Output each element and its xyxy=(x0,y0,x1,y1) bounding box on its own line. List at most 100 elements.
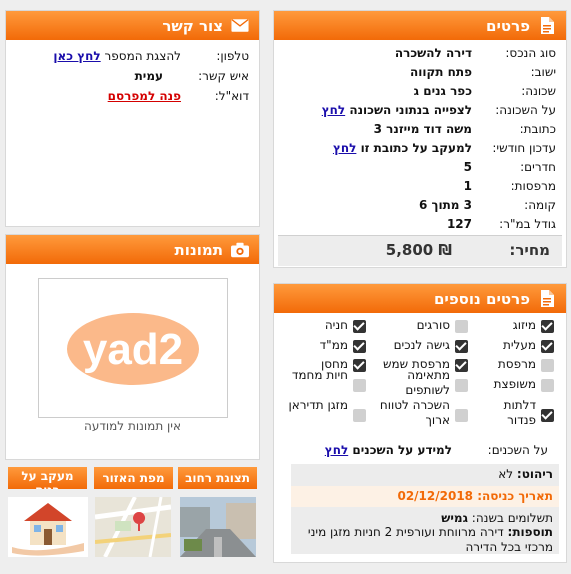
extra-details-title: פרטים נוספים xyxy=(433,289,530,308)
photos-header: תמונות xyxy=(6,235,259,264)
person-value: עמית xyxy=(134,69,163,83)
feature-label: מרפסת xyxy=(497,357,536,371)
detail-row-about-neighborhood: על השכונה: לצפייה בנתוני השכונה לחץ xyxy=(274,101,566,120)
feature-checkbox xyxy=(353,340,366,353)
detail-label: גודל במ"ר: xyxy=(499,217,556,231)
furnish-label: ריהוט: xyxy=(516,467,553,481)
neighbors-row: על השכנים: למידע על השכנים לחץ xyxy=(274,441,566,460)
feature-checkbox xyxy=(455,340,468,353)
detail-row-type: סוג הנכס: דירה להשכרה xyxy=(274,44,566,63)
entry-date-row: תאריך כניסה: 02/12/2018 xyxy=(291,486,559,507)
photos-panel: תמונות yad2 אין תמונות למודעה xyxy=(5,234,260,460)
feature-checkbox xyxy=(455,379,468,392)
feature-checkbox xyxy=(353,409,366,422)
phone-reveal: להצגת המספר לחץ כאן xyxy=(53,47,181,66)
detail-value: לצפייה בנתוני השכונה לחץ xyxy=(322,101,472,120)
phone-reveal-text: להצגת המספר xyxy=(104,49,181,63)
extra-details-panel: פרטים נוספים מיזוג סורגים חניה מעלית גישה לנ… xyxy=(273,283,567,563)
feature-label: מיזוג xyxy=(512,318,536,332)
detail-value: פתח תקווה xyxy=(409,65,472,79)
feature-checkbox xyxy=(541,340,554,353)
feature-checkbox xyxy=(353,320,366,333)
detail-label: כתובת: xyxy=(519,122,556,136)
furnish-row: ריהוט: לא xyxy=(498,467,553,481)
detail-row-balconies: מרפסות: 1 xyxy=(274,177,566,196)
photos-title: תמונות xyxy=(174,240,223,259)
feature-checkbox xyxy=(353,379,366,392)
feature-label: מזגן תדיראן xyxy=(288,398,348,412)
details-panel: פרטים סוג הנכס: דירה להשכרה ישוב: פתח תק… xyxy=(273,10,567,268)
neighbors-info-link[interactable]: לחץ xyxy=(325,443,348,457)
feature-checkbox xyxy=(455,409,468,422)
area-map-thumbnail[interactable] xyxy=(94,496,172,558)
yad2-logo-text: yad2 xyxy=(83,325,183,374)
details-title: פרטים xyxy=(486,16,530,35)
feature-checkbox xyxy=(541,379,554,392)
detail-value: דירה להשכרה xyxy=(394,46,472,60)
detail-value: 3 מתוך 6 xyxy=(418,198,472,212)
detail-row-monthly-update: עדכון חודשי: למעקב על כתובת זו לחץ xyxy=(274,139,566,158)
detail-label: על השכונה: xyxy=(495,103,556,117)
detail-label: שכונה: xyxy=(521,84,556,98)
detail-row-rooms: חדרים: 5 xyxy=(274,158,566,177)
feature-label: משופצת xyxy=(493,377,536,391)
detail-label: חדרים: xyxy=(520,160,556,174)
feature-checkbox xyxy=(353,359,366,372)
tab-area-map[interactable]: מפת האזור xyxy=(94,467,173,489)
contact-title: צור קשר xyxy=(162,16,223,35)
neighbors-value: למידע על השכנים לחץ xyxy=(325,441,452,460)
feature-checkbox xyxy=(541,409,554,422)
detail-label: עדכון חודשי: xyxy=(492,141,556,155)
yad2-logo: yad2 xyxy=(67,313,199,385)
person-label: איש קשר: xyxy=(198,69,249,83)
feature-label: ממ"ד xyxy=(319,338,348,352)
feature-checkbox xyxy=(541,320,554,333)
price-value: 5,800 ₪ xyxy=(385,241,452,259)
detail-value: 127 xyxy=(446,217,472,231)
feature-checkbox xyxy=(541,359,554,372)
payments-label: תשלומים בשנה: xyxy=(471,511,553,525)
additions-label: תוספות: xyxy=(507,525,553,539)
detail-label: סוג הנכס: xyxy=(505,46,556,60)
detail-row-address: כתובת: משה דוד מייזנר 3 xyxy=(274,120,566,139)
track-buildings-thumbnail[interactable] xyxy=(8,497,88,557)
photo-placeholder: yad2 xyxy=(38,278,228,418)
detail-row-city: ישוב: פתח תקווה xyxy=(274,63,566,82)
feature-label: גישה לנכים xyxy=(393,338,450,352)
feature-label: השכרה לטווח ארוך xyxy=(379,398,450,427)
no-photos-text: אין תמונות למודעה xyxy=(83,419,181,433)
email-advertiser-link[interactable]: פנה למפרסם xyxy=(108,87,181,106)
feature-label: מעלית xyxy=(502,338,536,352)
payments-row: תשלומים בשנה: גמיש xyxy=(441,511,553,525)
track-address-text: למעקב על כתובת זו xyxy=(360,141,472,155)
phone-reveal-link[interactable]: לחץ כאן xyxy=(53,49,100,63)
camera-icon xyxy=(231,241,249,259)
detail-label: מרפסות: xyxy=(510,179,556,193)
additions-row: תוספות: דירה מרווחת ועורפית 2 חניות מזגן… xyxy=(295,525,553,555)
tab-track-buildings[interactable]: מעקב על בנים xyxy=(8,467,87,489)
track-address-link[interactable]: לחץ xyxy=(333,141,356,155)
document-icon xyxy=(538,17,556,35)
document-icon xyxy=(538,290,556,308)
detail-label: ישוב: xyxy=(530,65,556,79)
feature-label: דלתות פנדור xyxy=(503,398,536,427)
neighbors-label: על השכנים: xyxy=(487,443,548,457)
feature-label: חיות מחמד xyxy=(291,368,348,382)
details-header: פרטים xyxy=(274,11,566,40)
feature-label: חניה xyxy=(324,318,348,332)
price-label: מחיר: xyxy=(509,241,550,259)
detail-row-neighborhood: שכונה: כפר גנים ג xyxy=(274,82,566,101)
entry-date-label: תאריך כניסה: xyxy=(477,489,553,503)
detail-value: 1 xyxy=(463,179,472,193)
neighborhood-info-link[interactable]: לחץ xyxy=(322,103,345,117)
entry-date-value: 02/12/2018 xyxy=(397,489,474,503)
neighbors-info-text: למידע על השכנים xyxy=(352,443,452,457)
tab-street-view[interactable]: תצוגת רחוב xyxy=(178,467,257,489)
street-view-thumbnail[interactable] xyxy=(180,497,256,557)
detail-value: משה דוד מייזנר 3 xyxy=(373,122,472,136)
extra-info-box: ריהוט: לא תאריך כניסה: 02/12/2018 תשלומי… xyxy=(291,464,559,554)
detail-value: 5 xyxy=(463,160,472,174)
payments-value: גמיש xyxy=(441,511,468,525)
detail-row-size: גודל במ"ר: 127 xyxy=(274,215,566,234)
detail-row-floor: קומה: 3 מתוך 6 xyxy=(274,196,566,215)
